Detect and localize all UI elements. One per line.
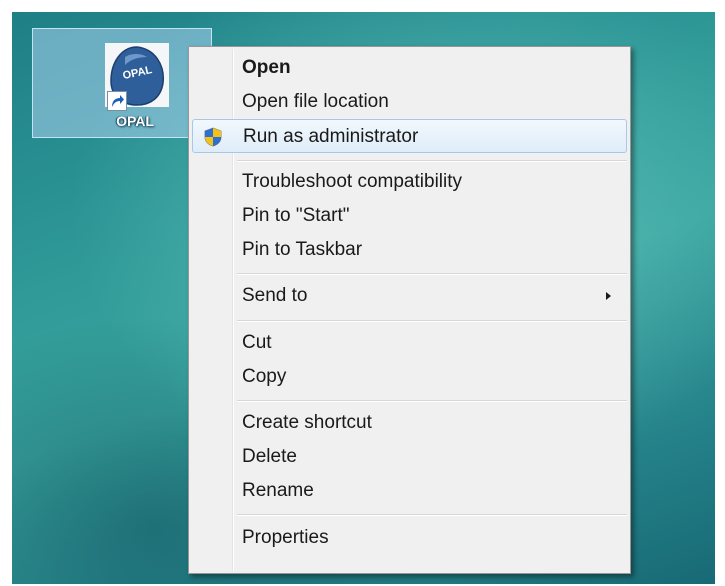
menu-item-troubleshoot-compatibility[interactable]: Troubleshoot compatibility	[192, 165, 627, 199]
menu-item-label: Send to	[242, 285, 308, 306]
menu-separator	[237, 273, 627, 275]
menu-item-label: Properties	[242, 527, 329, 548]
menu-item-copy[interactable]: Copy	[192, 360, 627, 394]
menu-item-label: Cut	[242, 332, 272, 353]
menu-separator	[237, 514, 627, 516]
menu-item-rename[interactable]: Rename	[192, 474, 627, 508]
menu-item-label: Create shortcut	[242, 412, 372, 433]
desktop-icon-opal[interactable]: OPAL OPAL	[32, 28, 212, 138]
menu-item-delete[interactable]: Delete	[192, 440, 627, 474]
menu-separator	[237, 400, 627, 402]
menu-item-send-to[interactable]: Send to	[192, 279, 627, 313]
menu-item-properties[interactable]: Properties	[192, 521, 627, 555]
menu-item-label: Open file location	[242, 91, 389, 112]
context-menu: Open Open file location Run as administr…	[188, 46, 631, 574]
menu-item-label: Delete	[242, 446, 297, 467]
menu-item-open[interactable]: Open	[192, 51, 627, 85]
menu-item-label: Open	[242, 57, 291, 78]
menu-item-open-file-location[interactable]: Open file location	[192, 85, 627, 119]
menu-item-label: Troubleshoot compatibility	[242, 171, 463, 192]
desktop-icon-label: OPAL	[116, 113, 154, 129]
menu-separator	[237, 320, 627, 322]
menu-item-create-shortcut[interactable]: Create shortcut	[192, 406, 627, 440]
menu-item-label: Run as administrator	[243, 126, 419, 147]
uac-shield-icon	[203, 127, 223, 147]
menu-item-cut[interactable]: Cut	[192, 326, 627, 360]
menu-item-pin-to-start[interactable]: Pin to "Start"	[192, 199, 627, 233]
menu-item-label: Pin to Taskbar	[242, 239, 363, 260]
menu-item-label: Pin to "Start"	[242, 205, 350, 226]
desktop: OPAL OPAL Open Open file location Run as…	[12, 12, 715, 584]
menu-item-label: Copy	[242, 366, 287, 387]
menu-item-run-as-administrator[interactable]: Run as administrator	[192, 119, 627, 153]
submenu-arrow-icon	[606, 292, 611, 300]
menu-item-pin-to-taskbar[interactable]: Pin to Taskbar	[192, 233, 627, 267]
shortcut-arrow-icon	[107, 91, 127, 111]
menu-separator	[237, 160, 627, 162]
menu-item-label: Rename	[242, 480, 314, 501]
